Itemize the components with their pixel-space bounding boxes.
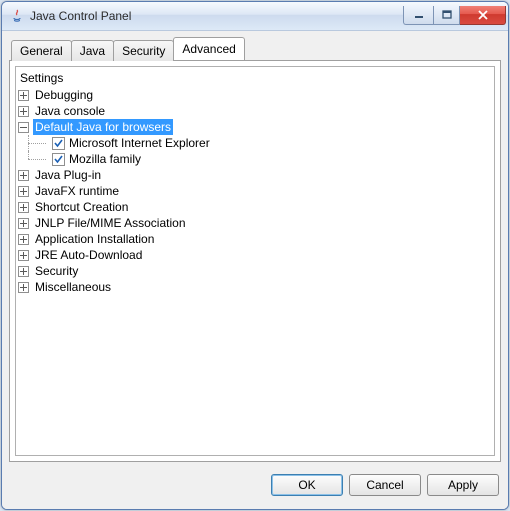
tree-node-security[interactable]: Security xyxy=(18,263,492,279)
tree-node-jnlp[interactable]: JNLP File/MIME Association xyxy=(18,215,492,231)
expand-icon[interactable] xyxy=(18,202,29,213)
tree-node-javafx-runtime[interactable]: JavaFX runtime xyxy=(18,183,492,199)
tab-page-advanced: Settings Debugging Java console Default … xyxy=(9,60,501,462)
tree-node-java-plugin[interactable]: Java Plug-in xyxy=(18,167,492,183)
expand-icon[interactable] xyxy=(18,170,29,181)
collapse-icon[interactable] xyxy=(18,122,29,133)
close-button[interactable] xyxy=(460,6,506,25)
java-icon xyxy=(9,8,25,24)
tree-node-default-java-browsers[interactable]: Default Java for browsers xyxy=(18,119,492,135)
expand-icon[interactable] xyxy=(18,186,29,197)
tree-node-ms-ie[interactable]: Microsoft Internet Explorer xyxy=(18,135,492,151)
expand-icon[interactable] xyxy=(18,250,29,261)
checkbox[interactable] xyxy=(52,137,65,150)
tree-node-java-console[interactable]: Java console xyxy=(18,103,492,119)
window-buttons xyxy=(403,6,506,25)
tree-branch-icon xyxy=(24,135,52,151)
checkbox[interactable] xyxy=(52,153,65,166)
tree-node-label: Microsoft Internet Explorer xyxy=(69,136,210,150)
titlebar[interactable]: Java Control Panel xyxy=(2,2,508,31)
tree-node-shortcut-creation[interactable]: Shortcut Creation xyxy=(18,199,492,215)
apply-button[interactable]: Apply xyxy=(427,474,499,496)
tree-node-mozilla[interactable]: Mozilla family xyxy=(18,151,492,167)
tab-label: Java xyxy=(80,44,105,58)
tree-node-jre-auto-dl[interactable]: JRE Auto-Download xyxy=(18,247,492,263)
tab-general[interactable]: General xyxy=(11,40,72,61)
expand-icon[interactable] xyxy=(18,266,29,277)
tab-label: Advanced xyxy=(182,42,235,56)
expand-icon[interactable] xyxy=(18,218,29,229)
tree-node-label: Mozilla family xyxy=(69,152,141,166)
settings-tree[interactable]: Settings Debugging Java console Default … xyxy=(15,66,495,456)
minimize-button[interactable] xyxy=(403,6,433,25)
expand-icon[interactable] xyxy=(18,234,29,245)
dialog-buttons: OK Cancel Apply xyxy=(9,462,501,502)
cancel-button[interactable]: Cancel xyxy=(349,474,421,496)
client-area: General Java Security Advanced Settings … xyxy=(2,31,508,509)
tab-label: General xyxy=(20,44,63,58)
window-frame: Java Control Panel General Java Security… xyxy=(1,1,509,510)
tab-java[interactable]: Java xyxy=(71,40,114,61)
window-title: Java Control Panel xyxy=(30,9,403,23)
tree-node-misc[interactable]: Miscellaneous xyxy=(18,279,492,295)
tab-label: Security xyxy=(122,44,165,58)
tree-root: Settings xyxy=(18,71,492,87)
tree-node-debugging[interactable]: Debugging xyxy=(18,87,492,103)
tab-bar: General Java Security Advanced xyxy=(9,38,501,60)
tab-security[interactable]: Security xyxy=(113,40,174,61)
expand-icon[interactable] xyxy=(18,282,29,293)
ok-button[interactable]: OK xyxy=(271,474,343,496)
tree-node-app-install[interactable]: Application Installation xyxy=(18,231,492,247)
tab-advanced[interactable]: Advanced xyxy=(173,37,244,60)
tree-branch-icon xyxy=(24,151,52,167)
maximize-button[interactable] xyxy=(433,6,460,25)
expand-icon[interactable] xyxy=(18,106,29,117)
expand-icon[interactable] xyxy=(18,90,29,101)
